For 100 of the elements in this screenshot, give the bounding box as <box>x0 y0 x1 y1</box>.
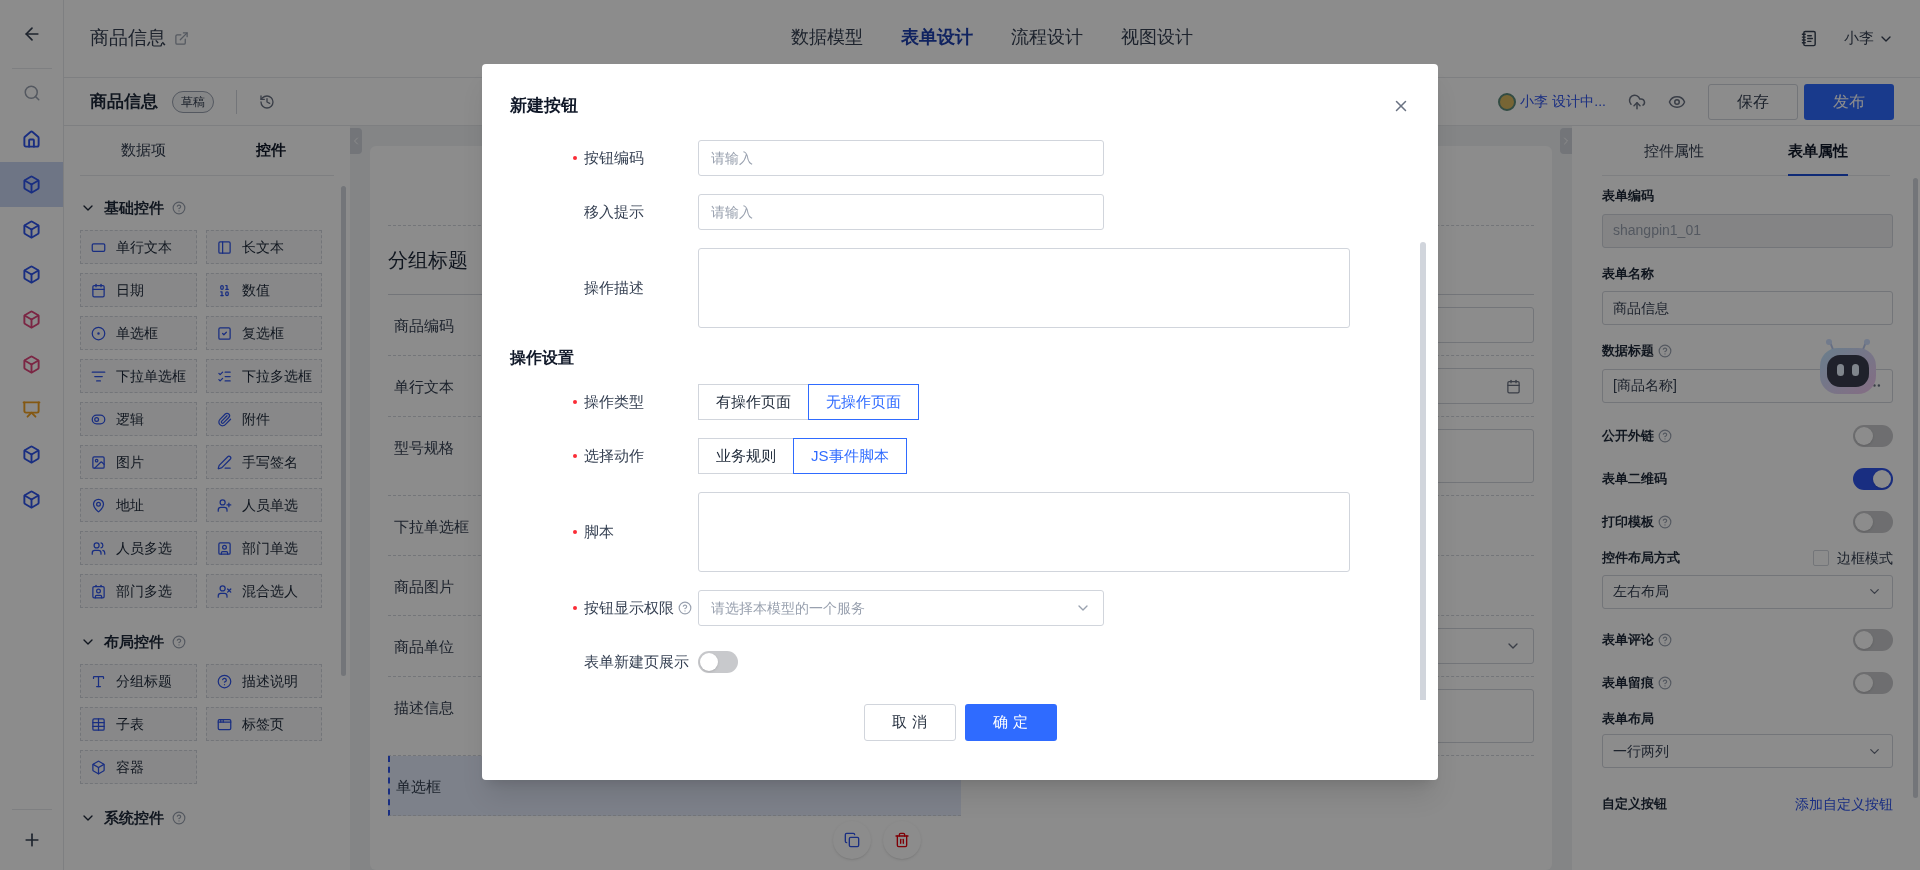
top-tab[interactable]: 流程设计 <box>1009 0 1085 77</box>
textarea-field[interactable] <box>698 248 1350 328</box>
save-button[interactable]: 保存 <box>1708 83 1798 120</box>
group-header[interactable]: 布局控件 <box>80 622 322 662</box>
property-label: 自定义按钮 <box>1602 795 1667 814</box>
editing-status: 小李 设计中... <box>1520 92 1606 111</box>
confirm-button[interactable]: 确 定 <box>964 704 1057 741</box>
checkbox-icon <box>216 325 232 341</box>
select-field[interactable]: 一行两列 <box>1602 734 1893 768</box>
field-label: 描述信息 <box>393 698 455 718</box>
toggle-switch[interactable] <box>1853 629 1893 651</box>
nav-item[interactable] <box>0 162 63 207</box>
control-item[interactable]: 子表 <box>80 707 197 741</box>
group-header[interactable]: 系统控件 <box>80 798 322 838</box>
property-label: 表单布局 <box>1602 709 1654 728</box>
toggle-switch[interactable] <box>698 651 738 673</box>
property-label: 控件布局方式 <box>1602 549 1680 568</box>
select-field[interactable]: 请选择本模型的一个服务 <box>698 590 1104 626</box>
control-item[interactable]: 人员多选 <box>80 531 197 565</box>
cancel-button[interactable]: 取 消 <box>863 704 956 741</box>
control-item[interactable]: 附件 <box>205 402 322 436</box>
user-menu[interactable]: 小李 <box>1844 27 1894 50</box>
scrollbar-thumb[interactable] <box>1913 178 1918 798</box>
segment-option[interactable]: JS事件脚本 <box>793 438 907 474</box>
toggle-switch[interactable] <box>1853 425 1893 447</box>
notebook-icon[interactable] <box>1801 30 1818 47</box>
user-cross-icon <box>216 583 232 599</box>
control-item[interactable]: 人员单选 <box>205 488 322 522</box>
field-label: 商品单位 <box>393 637 455 657</box>
collapse-handle[interactable] <box>350 128 362 154</box>
property-label: 表单名称 <box>1602 264 1654 283</box>
top-tab[interactable]: 视图设计 <box>1119 0 1195 77</box>
toggle-icon <box>91 411 106 427</box>
control-item[interactable]: 标签页 <box>205 707 322 741</box>
checklist-icon <box>216 368 232 384</box>
list-icon <box>91 368 106 384</box>
control-item[interactable]: 描述说明 <box>205 664 322 698</box>
help-icon <box>172 635 186 649</box>
toggle-switch[interactable] <box>1853 468 1893 490</box>
panel-tab[interactable]: 控件 <box>207 126 334 175</box>
control-item[interactable]: 混合选人 <box>205 574 322 608</box>
field-label: 操作类型 <box>584 391 644 412</box>
control-item[interactable]: 长文本 <box>205 230 322 264</box>
contact-card-icon <box>91 583 106 599</box>
field-label: 单行文本 <box>393 377 455 397</box>
control-item[interactable]: 部门多选 <box>80 574 197 608</box>
control-item[interactable]: 单选框 <box>80 316 197 350</box>
control-item[interactable]: 部门单选 <box>205 531 322 565</box>
field-label: 表单新建页展示 <box>584 651 689 672</box>
top-tab[interactable]: 数据模型 <box>789 0 865 77</box>
control-item[interactable]: 图片 <box>80 445 197 479</box>
control-item[interactable]: 地址 <box>80 488 197 522</box>
input-field[interactable]: 请输入 <box>698 194 1104 230</box>
calendar-icon <box>91 282 106 298</box>
help-icon <box>172 811 186 825</box>
control-item[interactable]: 数值 <box>205 273 322 307</box>
robot-icon[interactable] <box>1818 338 1878 396</box>
clock-icon[interactable] <box>259 93 275 110</box>
table-icon <box>91 716 106 732</box>
scrollbar-thumb[interactable] <box>341 186 346 676</box>
property-label: 打印模板 <box>1602 513 1654 532</box>
control-item[interactable]: 逻辑 <box>80 402 197 436</box>
control-item[interactable]: 日期 <box>80 273 197 307</box>
input-field[interactable]: 请输入 <box>698 140 1104 176</box>
group-header[interactable]: 基础控件 <box>80 188 322 228</box>
toggle-switch[interactable] <box>1853 672 1893 694</box>
border-mode-checkbox[interactable]: 边框模式 <box>1813 547 1893 569</box>
pen-icon <box>216 454 232 470</box>
control-item[interactable]: 下拉多选框 <box>205 359 322 393</box>
control-item[interactable]: 单行文本 <box>80 230 197 264</box>
control-item[interactable]: 下拉单选框 <box>80 359 197 393</box>
property-label: 表单编码 <box>1602 187 1654 205</box>
field-label: 按钮显示权限 <box>584 597 674 618</box>
add-button-link[interactable]: 添加自定义按钮 <box>1795 793 1893 815</box>
user-card-icon <box>216 540 232 556</box>
users-icon <box>91 540 106 556</box>
field-label: 选择动作 <box>584 445 644 466</box>
segment-option[interactable]: 业务规则 <box>698 438 794 474</box>
cloud-upload-icon[interactable] <box>1628 92 1646 111</box>
control-item[interactable]: 容器 <box>80 750 197 784</box>
publish-button[interactable]: 发布 <box>1804 83 1894 120</box>
text-icon <box>91 673 106 689</box>
copy-icon <box>844 832 860 848</box>
status-badge: 草稿 <box>172 90 214 113</box>
panel-tab[interactable]: 表单属性 <box>1746 126 1890 175</box>
control-item[interactable]: 分组标题 <box>80 664 197 698</box>
collapse-handle[interactable] <box>1560 128 1572 154</box>
select-field[interactable]: 左右布局 <box>1602 574 1893 609</box>
input-field[interactable]: 商品信息 <box>1602 291 1893 325</box>
scrollbar-thumb[interactable] <box>1420 242 1426 700</box>
user-avatar <box>1498 92 1517 111</box>
toggle-switch[interactable] <box>1853 511 1893 533</box>
segment-option[interactable]: 有操作页面 <box>698 384 809 420</box>
segment-option[interactable]: 无操作页面 <box>808 384 919 420</box>
control-item[interactable]: 手写签名 <box>205 445 322 479</box>
panel-tab[interactable]: 控件属性 <box>1602 126 1746 175</box>
panel-tab[interactable]: 数据项 <box>80 126 207 175</box>
external-link-icon[interactable] <box>174 31 189 46</box>
textarea-field[interactable] <box>698 492 1350 572</box>
control-item[interactable]: 复选框 <box>205 316 322 350</box>
